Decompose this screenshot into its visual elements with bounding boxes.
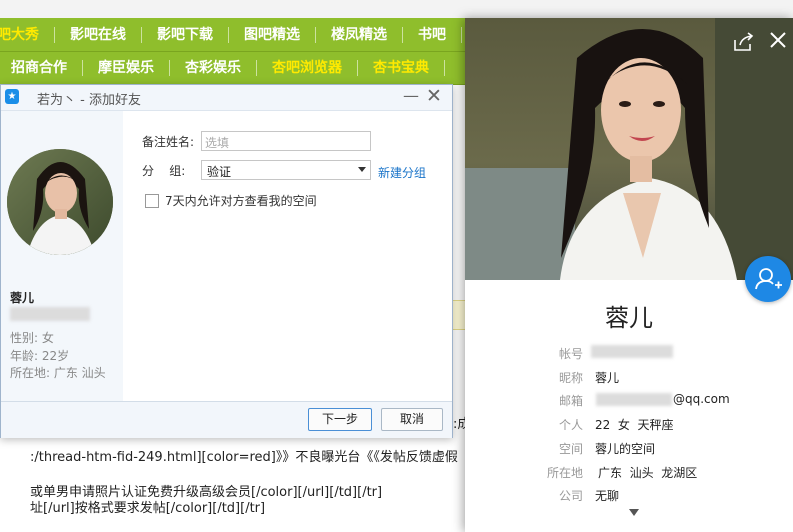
nav-item[interactable]: 影吧在线	[55, 26, 142, 43]
nav-item[interactable]: 影吧下载	[142, 26, 229, 43]
friend-gender: 性别: 女	[10, 331, 54, 345]
email-value[interactable]: @qq.com	[673, 392, 730, 406]
nav-item[interactable]: 书吧	[403, 26, 462, 43]
friend-age: 年龄: 22岁	[10, 349, 70, 363]
email-redacted	[596, 393, 672, 406]
friend-nickname: 蓉儿	[10, 291, 35, 305]
nav-item[interactable]: 招商合作	[0, 60, 83, 76]
nav-item[interactable]: 图吧精选	[229, 26, 316, 43]
row-label: 公司	[558, 489, 583, 503]
nav-item[interactable]: 吧大秀	[0, 26, 55, 43]
nav-item[interactable]: 杏吧浏览器	[257, 60, 358, 76]
new-group-link[interactable]: 新建分组	[378, 164, 426, 181]
company-value: 无聊	[595, 489, 620, 503]
row-label: 邮箱	[558, 394, 583, 408]
friend-location: 所在地: 广东 汕头	[10, 366, 106, 380]
remark-label: 备注姓名:	[142, 135, 195, 149]
row-label: 空间	[558, 442, 583, 456]
row-label: 个人	[558, 418, 583, 432]
profile-card: 蓉儿 帐号 昵称 蓉儿 邮箱 @qq.com 个人 22 女 天秤座 空间 蓉儿…	[465, 18, 793, 532]
qq-icon: ★	[5, 89, 19, 104]
next-button[interactable]: 下一步	[308, 408, 372, 431]
profile-summary: 蓉儿 性别: 女 年龄: 22岁 所在地: 广东 汕头	[1, 111, 123, 401]
group-label: 分 组:	[142, 164, 186, 178]
space-value[interactable]: 蓉儿的空间	[595, 440, 655, 457]
profile-name: 蓉儿	[605, 304, 653, 332]
row-label: 所在地	[546, 466, 583, 480]
close-icon[interactable]	[768, 30, 788, 55]
dialog-title: 若为丶 - 添加好友	[37, 93, 141, 108]
add-friend-icon[interactable]	[745, 256, 791, 302]
cancel-button[interactable]: 取消	[381, 408, 443, 431]
nav-item[interactable]: 杏书宝典	[358, 60, 445, 76]
group-value: 验证	[207, 165, 232, 179]
row-label: 昵称	[558, 371, 583, 385]
personal-value: 22 女 天秤座	[595, 418, 674, 432]
profile-cover-photo	[465, 18, 793, 280]
account-value-redacted	[591, 345, 673, 358]
bg-text: 址[/url]按格式要求发帖[/color][/td][/tr]	[30, 501, 266, 516]
chevron-down-icon	[358, 167, 366, 172]
nav-item[interactable]: 杏彩娱乐	[170, 60, 257, 76]
add-friend-dialog: ★ 若为丶 - 添加好友 — ✕ 蓉儿 性别: 女 年龄: 22岁 所在地: 广…	[0, 84, 453, 438]
dialog-titlebar[interactable]: ★ 若为丶 - 添加好友 — ✕	[1, 85, 452, 111]
dialog-footer: 下一步 取消	[1, 401, 452, 438]
remark-input[interactable]: 选填	[201, 131, 371, 151]
group-select[interactable]: 验证	[201, 160, 371, 180]
remark-placeholder: 选填	[205, 136, 230, 150]
allow-space-label[interactable]: 7天内允许对方查看我的空间	[165, 192, 317, 209]
share-icon[interactable]	[733, 32, 755, 57]
nav-item[interactable]: 楼凤精选	[316, 26, 403, 43]
minimize-icon[interactable]: —	[403, 86, 419, 105]
allow-space-checkbox[interactable]	[145, 194, 159, 208]
bg-text: :/thread-htm-fid-249.html][color=red]》》不…	[30, 450, 458, 465]
avatar[interactable]	[7, 149, 113, 255]
page-top-strip	[0, 0, 793, 18]
chevron-down-icon[interactable]	[629, 509, 639, 516]
nickname-value: 蓉儿	[595, 371, 620, 385]
location-value: 广东 汕头 龙湖区	[598, 466, 698, 480]
nav-item[interactable]: 摩臣娱乐	[83, 60, 170, 76]
row-label: 帐号	[558, 347, 583, 361]
close-icon[interactable]: ✕	[426, 85, 442, 107]
account-number-redacted	[10, 307, 90, 321]
